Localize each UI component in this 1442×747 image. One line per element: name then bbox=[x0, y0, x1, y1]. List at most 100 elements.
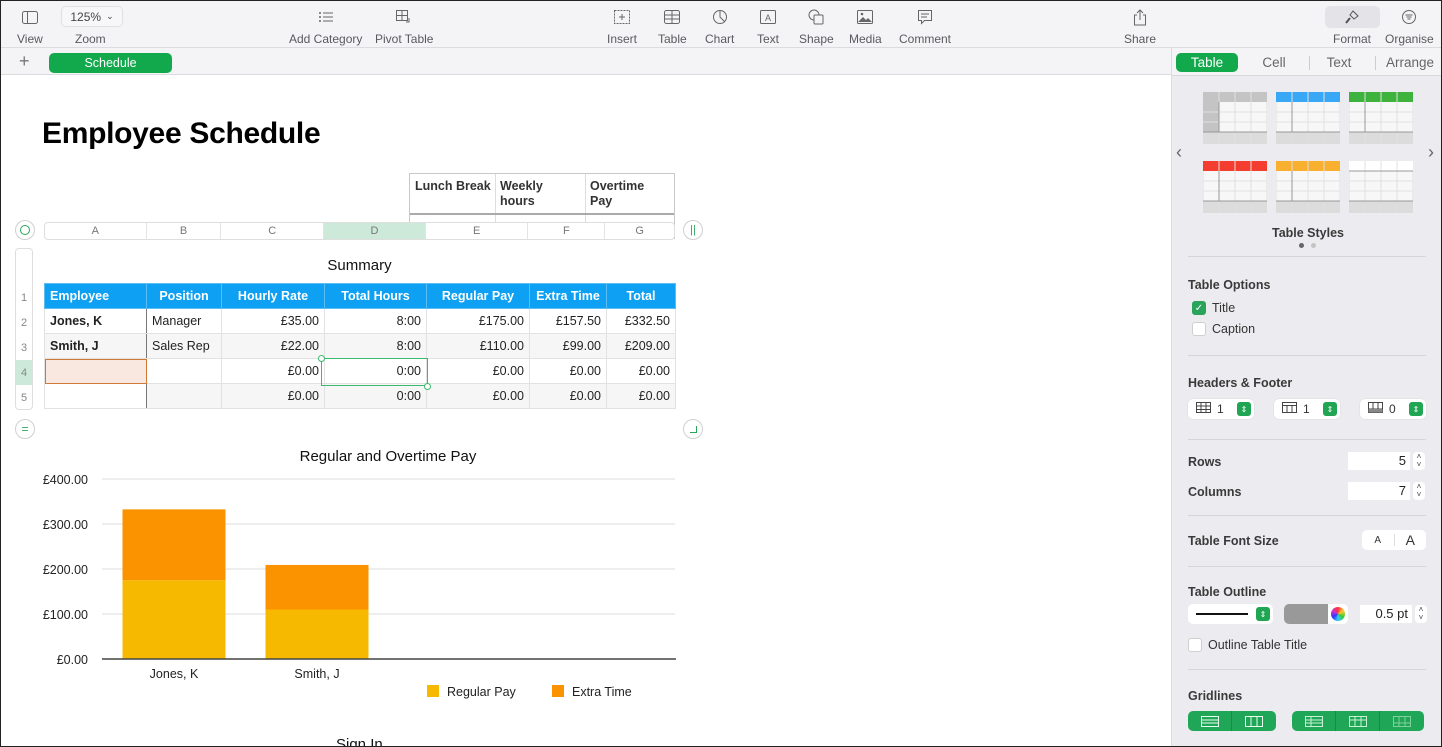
header-cell[interactable]: Hourly Rate bbox=[221, 283, 325, 309]
column-header-c[interactable]: C bbox=[221, 223, 325, 239]
table-style-option[interactable] bbox=[1348, 91, 1414, 145]
vertical-gridlines-button[interactable] bbox=[1232, 711, 1276, 731]
header-cell[interactable]: Position bbox=[146, 283, 222, 309]
outline-title-checkbox[interactable] bbox=[1188, 638, 1202, 652]
table-cell[interactable]: £0.00 bbox=[529, 358, 607, 384]
shape-button[interactable]: Shape bbox=[799, 5, 834, 46]
table-cell[interactable]: £175.00 bbox=[426, 308, 530, 334]
header-cell[interactable]: Total Hours bbox=[324, 283, 427, 309]
table-button[interactable]: Table bbox=[658, 5, 687, 46]
table-cell[interactable]: £0.00 bbox=[606, 358, 676, 384]
share-button[interactable]: Share bbox=[1124, 5, 1156, 46]
table-cell[interactable]: £0.00 bbox=[426, 358, 530, 384]
row-header-3[interactable]: 3 bbox=[16, 335, 32, 360]
table-style-option[interactable] bbox=[1275, 160, 1341, 214]
table-cell[interactable]: £209.00 bbox=[606, 333, 676, 359]
table-cell[interactable]: Sales Rep bbox=[146, 333, 222, 359]
decrease-font-button[interactable]: A bbox=[1362, 534, 1395, 546]
document-title[interactable]: Employee Schedule bbox=[42, 117, 321, 151]
row-header-1[interactable]: 1 bbox=[16, 285, 32, 310]
table-cell[interactable]: £157.50 bbox=[529, 308, 607, 334]
tab-table[interactable]: Table bbox=[1176, 53, 1238, 72]
table-cell[interactable]: £0.00 bbox=[221, 383, 325, 409]
table-style-option[interactable] bbox=[1202, 91, 1268, 145]
header-cell[interactable]: Employee bbox=[44, 283, 147, 309]
column-header-d[interactable]: D bbox=[324, 223, 426, 239]
table-style-option[interactable] bbox=[1202, 160, 1268, 214]
outline-width-spinner[interactable]: ˄ ˅ bbox=[1415, 605, 1427, 623]
insert-button[interactable]: Insert bbox=[607, 5, 637, 46]
caption-checkbox[interactable] bbox=[1192, 322, 1206, 336]
row-header-5[interactable]: 5 bbox=[16, 385, 32, 410]
columns-field[interactable]: 7 bbox=[1348, 482, 1410, 500]
column-header-g[interactable]: G bbox=[605, 223, 674, 239]
page-dot-active[interactable] bbox=[1299, 243, 1304, 248]
increase-font-button[interactable]: A bbox=[1395, 530, 1427, 550]
table-cell[interactable]: £332.50 bbox=[606, 308, 676, 334]
selection-handle-bottom-right[interactable] bbox=[424, 383, 431, 390]
rows-field[interactable]: 5 bbox=[1348, 452, 1410, 470]
footer-rows-stepper[interactable]: 0 ⇕ bbox=[1360, 399, 1426, 419]
outline-style-select[interactable]: ⇕ bbox=[1188, 604, 1273, 624]
view-button[interactable]: View bbox=[17, 5, 43, 46]
table-cell[interactable] bbox=[146, 358, 222, 384]
tab-text[interactable]: Text bbox=[1317, 53, 1361, 72]
table-style-option[interactable] bbox=[1348, 160, 1414, 214]
table-cell[interactable]: 8:00 bbox=[324, 333, 427, 359]
stacked-bar-chart[interactable]: Regular and Overtime Pay £0.00 £100.00 £200… bbox=[1, 441, 701, 741]
chevron-left-icon[interactable]: ‹ bbox=[1176, 142, 1182, 163]
header-rows-stepper[interactable]: 1 ⇕ bbox=[1188, 399, 1254, 419]
resize-table-handle[interactable] bbox=[683, 419, 703, 439]
plus-icon[interactable]: + bbox=[19, 51, 30, 72]
zoom-select[interactable]: 125% ⌄ bbox=[61, 6, 123, 27]
footer-gridlines-button[interactable] bbox=[1380, 711, 1424, 731]
table-cell[interactable]: £0.00 bbox=[529, 383, 607, 409]
table-cell[interactable]: £0.00 bbox=[221, 358, 325, 384]
header-cell[interactable]: Extra Time bbox=[529, 283, 607, 309]
chart-button[interactable]: Chart bbox=[705, 5, 734, 46]
chevron-right-icon[interactable]: › bbox=[1428, 142, 1434, 163]
row-header-4[interactable]: 4 bbox=[16, 360, 32, 385]
table-cell[interactable]: 8:00 bbox=[324, 308, 427, 334]
tab-arrange[interactable]: Arrange bbox=[1380, 53, 1440, 72]
table-cell[interactable]: 0:00 bbox=[324, 383, 427, 409]
table-cell[interactable]: £35.00 bbox=[221, 308, 325, 334]
table-cell[interactable]: £0.00 bbox=[426, 383, 530, 409]
text-button[interactable]: A Text bbox=[757, 5, 779, 46]
columns-spinner[interactable]: ˄ ˅ bbox=[1413, 482, 1425, 500]
header-columns-stepper[interactable]: 1 ⇕ bbox=[1274, 399, 1340, 419]
stepper-icon[interactable]: ⇕ bbox=[1409, 402, 1423, 416]
rows-spinner[interactable]: ˄ ˅ bbox=[1413, 452, 1425, 470]
column-header-a[interactable]: A bbox=[45, 223, 147, 239]
header-row-gridlines-button[interactable] bbox=[1292, 711, 1336, 731]
header-cell[interactable]: Total bbox=[606, 283, 676, 309]
outline-color-well[interactable] bbox=[1284, 604, 1348, 624]
selection-handle-top-left[interactable] bbox=[318, 355, 325, 362]
page-dot[interactable] bbox=[1311, 243, 1316, 248]
column-header-e[interactable]: E bbox=[426, 223, 529, 239]
outline-width-field[interactable]: 0.5 pt bbox=[1360, 605, 1412, 623]
row-header-2[interactable]: 2 bbox=[16, 310, 32, 335]
format-button[interactable]: Format bbox=[1333, 5, 1371, 46]
table-cell-a4[interactable] bbox=[44, 358, 147, 384]
table-title[interactable]: Summary bbox=[44, 257, 675, 274]
title-checkbox[interactable]: ✓ bbox=[1192, 301, 1206, 315]
media-button[interactable]: Media bbox=[849, 5, 882, 46]
horizontal-gridlines-button[interactable] bbox=[1188, 711, 1232, 731]
table-cell[interactable] bbox=[44, 383, 147, 409]
sheet-tab-schedule[interactable]: Schedule bbox=[49, 53, 172, 73]
tab-cell[interactable]: Cell bbox=[1254, 53, 1294, 72]
table-cell[interactable]: Manager bbox=[146, 308, 222, 334]
sign-in-title[interactable]: Sign In bbox=[336, 736, 383, 746]
table-cell[interactable] bbox=[146, 383, 222, 409]
table-cell[interactable]: £99.00 bbox=[529, 333, 607, 359]
table-cell[interactable]: £0.00 bbox=[606, 383, 676, 409]
pivot-table-button[interactable]: Pivot Table bbox=[375, 5, 433, 46]
add-category-button[interactable]: Add Category bbox=[289, 5, 362, 46]
organise-button[interactable]: Organise bbox=[1385, 5, 1434, 46]
table-cell[interactable]: £22.00 bbox=[221, 333, 325, 359]
select-table-handle[interactable] bbox=[15, 220, 35, 240]
column-header-f[interactable]: F bbox=[528, 223, 606, 239]
color-wheel-icon[interactable] bbox=[1331, 607, 1345, 621]
table-style-option[interactable] bbox=[1275, 91, 1341, 145]
